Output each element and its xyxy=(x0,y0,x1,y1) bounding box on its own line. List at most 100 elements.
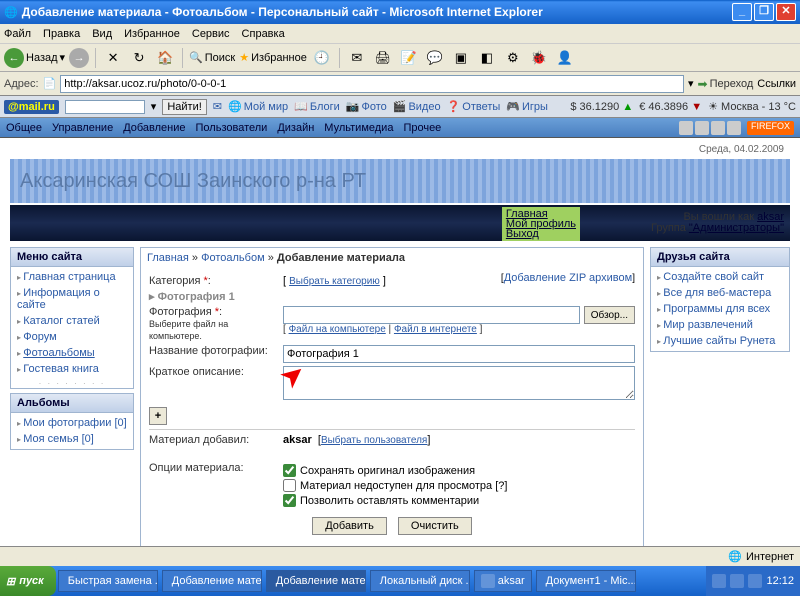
task-item[interactable]: Добавление мате... xyxy=(162,570,262,592)
reset-button[interactable]: Очистить xyxy=(398,517,472,535)
login-group-link[interactable]: "Администраторы" xyxy=(689,222,784,234)
opt-save-original[interactable]: Сохранять оригинал изображения xyxy=(283,464,635,477)
choose-user-link[interactable]: Выбрать пользователя xyxy=(321,435,427,446)
admin-general[interactable]: Общее xyxy=(6,122,42,134)
file-internet-link[interactable]: Файл в интернете xyxy=(394,324,477,335)
mailru-games[interactable]: 🎮Игры xyxy=(506,100,548,113)
close-button[interactable]: ✕ xyxy=(776,3,796,21)
admin-users[interactable]: Пользователи xyxy=(196,122,268,134)
ext4-icon[interactable]: 🐞 xyxy=(528,47,550,69)
sidebar-item[interactable]: Гостевая книга xyxy=(11,361,133,377)
ext3-icon[interactable]: ⚙ xyxy=(502,47,524,69)
tray-icon[interactable] xyxy=(730,574,744,588)
print-button[interactable]: 🖨 xyxy=(372,47,394,69)
task-item[interactable]: Документ1 - Mic... xyxy=(536,570,636,592)
edit-button[interactable]: 📝 xyxy=(398,47,420,69)
sidebar-item[interactable]: Каталог статей xyxy=(11,313,133,329)
task-item[interactable]: Быстрая замена ... xyxy=(58,570,158,592)
address-dropdown-icon[interactable]: ▾ xyxy=(688,77,694,90)
tray-icon[interactable] xyxy=(712,574,726,588)
file-computer-link[interactable]: Файл на компьютере xyxy=(289,324,386,335)
toggle-4[interactable] xyxy=(727,121,741,135)
friend-item[interactable]: Программы для всех xyxy=(651,301,789,317)
toggle-1[interactable] xyxy=(679,121,693,135)
friend-item[interactable]: Лучшие сайты Рунета xyxy=(651,333,789,349)
sidebar-item-active[interactable]: Фотоальбомы xyxy=(11,345,133,361)
blog-icon: 📖 xyxy=(294,100,308,113)
toggle-3[interactable] xyxy=(711,121,725,135)
refresh-button[interactable]: ↻ xyxy=(128,47,150,69)
bc-album[interactable]: Фотоальбом xyxy=(201,252,265,264)
admin-manage[interactable]: Управление xyxy=(52,122,113,134)
task-item[interactable]: aksar xyxy=(474,570,532,592)
stop-button[interactable]: ✕ xyxy=(102,47,124,69)
firefox-badge[interactable]: FIREFOX xyxy=(747,121,794,135)
menu-help[interactable]: Справка xyxy=(242,28,285,40)
mailru-find-button[interactable]: Найти! xyxy=(162,99,206,115)
address-input[interactable] xyxy=(60,75,684,93)
ext1-icon[interactable]: ▣ xyxy=(450,47,472,69)
opt-comments[interactable]: Позволить оставлять комментарии xyxy=(283,494,635,507)
friend-item[interactable]: Создайте свой сайт xyxy=(651,269,789,285)
mailru-blogs[interactable]: 📖Блоги xyxy=(294,100,340,113)
back-button[interactable]: ← Назад ▾ xyxy=(4,48,65,68)
security-zone: 🌐Интернет xyxy=(728,550,794,563)
photo-name-input[interactable] xyxy=(283,345,635,363)
friend-item[interactable]: Все для веб-мастера xyxy=(651,285,789,301)
admin-design[interactable]: Дизайн xyxy=(277,122,314,134)
task-item[interactable]: Локальный диск ... xyxy=(370,570,470,592)
mailru-logo[interactable]: @mail.ru xyxy=(4,100,59,114)
mail-button[interactable]: ✉ xyxy=(346,47,368,69)
mailru-search-dropdown-icon[interactable]: ▾ xyxy=(151,100,157,113)
admin-add[interactable]: Добавление xyxy=(123,122,185,134)
go-button[interactable]: ➡Переход xyxy=(698,77,754,91)
bc-current: Добавление материала xyxy=(277,252,405,264)
file-input[interactable] xyxy=(283,306,580,324)
home-button[interactable]: 🏠 xyxy=(154,47,176,69)
ext5-icon[interactable]: 👤 xyxy=(554,47,576,69)
mailru-answers[interactable]: ❓Ответы xyxy=(447,100,501,113)
mailru-mail-icon[interactable]: ✉ xyxy=(213,100,222,113)
admin-other[interactable]: Прочее xyxy=(403,122,441,134)
games-icon: 🎮 xyxy=(506,100,520,113)
maximize-button[interactable]: ❐ xyxy=(754,3,774,21)
discuss-button[interactable]: 💬 xyxy=(424,47,446,69)
menu-edit[interactable]: Правка xyxy=(43,28,80,40)
menu-favorites[interactable]: Избранное xyxy=(124,28,180,40)
start-button[interactable]: ⊞пуск xyxy=(0,566,56,596)
history-button[interactable]: 🕘 xyxy=(311,47,333,69)
browse-button[interactable]: Обзор... xyxy=(584,306,635,324)
favorites-button[interactable]: ★Избранное xyxy=(239,51,307,64)
tray-icon[interactable] xyxy=(748,574,762,588)
links-label[interactable]: Ссылки xyxy=(757,78,796,90)
windows-logo-icon: ⊞ xyxy=(6,575,15,588)
search-button[interactable]: 🔍Поиск xyxy=(189,51,235,64)
album-item[interactable]: Мои фотографии [0] xyxy=(11,415,133,431)
task-item-active[interactable]: Добавление мате... xyxy=(266,570,366,592)
mailru-video[interactable]: 🎬Видео xyxy=(393,100,441,113)
submit-button[interactable]: Добавить xyxy=(312,517,387,535)
sidebar-item[interactable]: Форум xyxy=(11,329,133,345)
menu-file[interactable]: Файл xyxy=(4,28,31,40)
mailru-search-input[interactable] xyxy=(65,100,145,114)
mailru-photo[interactable]: 📷Фото xyxy=(346,100,387,113)
album-item[interactable]: Моя семья [0] xyxy=(11,431,133,447)
bc-home[interactable]: Главная xyxy=(147,252,189,264)
category-link[interactable]: Выбрать категорию xyxy=(289,276,380,287)
page-icon: 📄 xyxy=(43,77,57,90)
sidebar-item[interactable]: Главная страница xyxy=(11,269,133,285)
mailru-myworld[interactable]: 🌐Мой мир xyxy=(228,100,288,113)
admin-multimedia[interactable]: Мультимедиа xyxy=(324,122,393,134)
menu-tools[interactable]: Сервис xyxy=(192,28,230,40)
add-more-button[interactable]: + xyxy=(149,407,167,425)
greenlink-logout[interactable]: Выход xyxy=(506,229,576,239)
opt-unavailable[interactable]: Материал недоступен для просмотра [?] xyxy=(283,479,635,492)
ext2-icon[interactable]: ◧ xyxy=(476,47,498,69)
toggle-2[interactable] xyxy=(695,121,709,135)
friend-item[interactable]: Мир развлечений xyxy=(651,317,789,333)
desc-textarea[interactable] xyxy=(283,366,635,400)
menu-view[interactable]: Вид xyxy=(92,28,112,40)
sidebar-item[interactable]: Информация о сайте xyxy=(11,285,133,313)
minimize-button[interactable]: _ xyxy=(732,3,752,21)
forward-button[interactable]: → xyxy=(69,48,89,68)
